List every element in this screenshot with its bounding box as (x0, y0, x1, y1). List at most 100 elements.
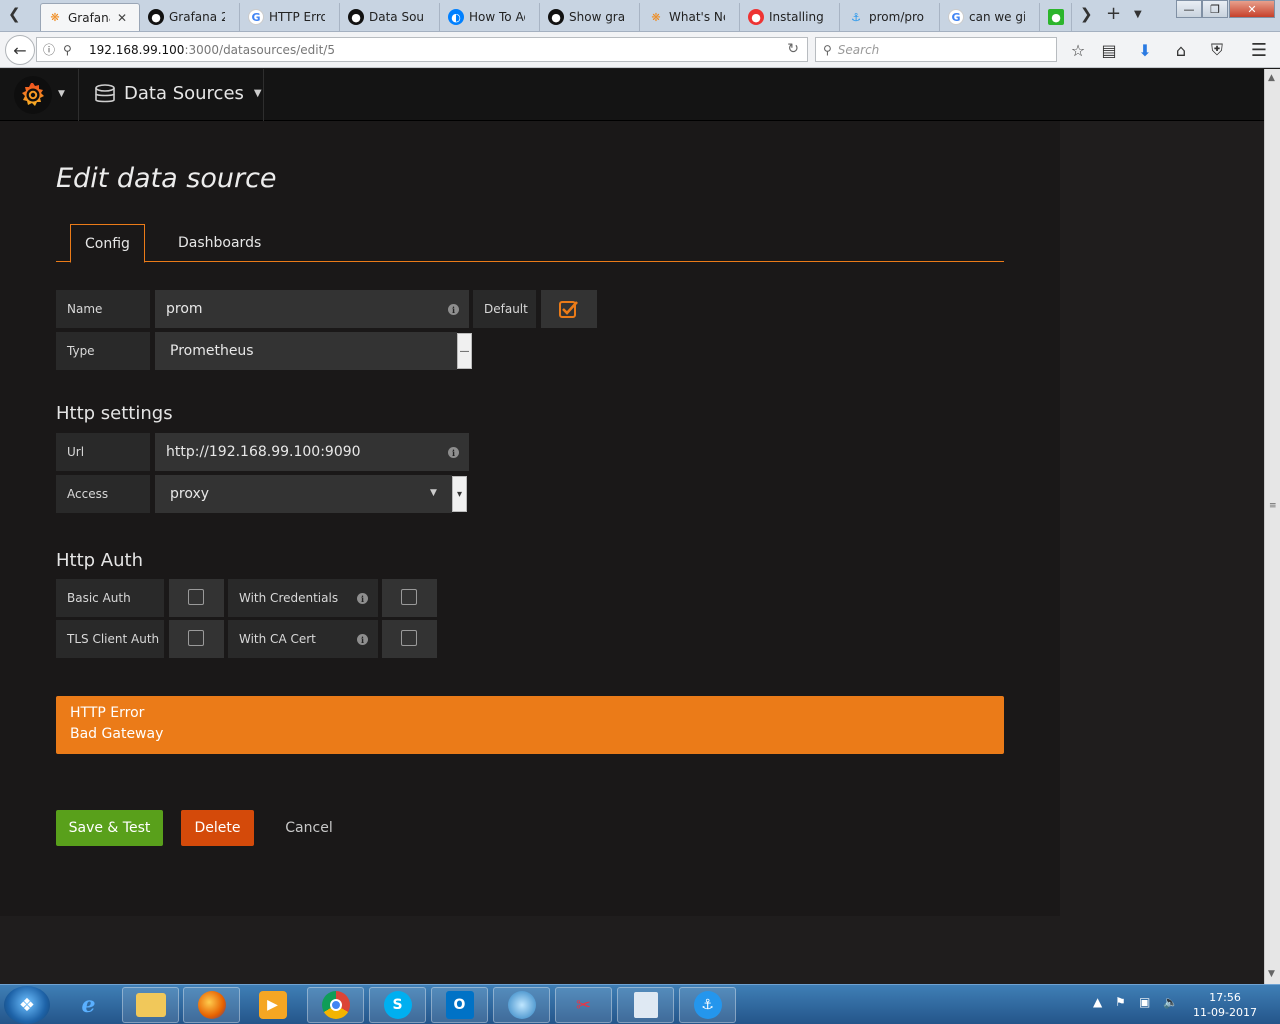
url-bar[interactable]: ⓘ ⚲ 192.168.99.100:3000/datasources/edit… (36, 37, 808, 62)
menu-icon[interactable]: ☰ (1249, 40, 1269, 61)
new-tab-icon[interactable]: + (1106, 3, 1121, 24)
taskbar-clock[interactable]: 17:56 11-09-2017 (1190, 990, 1260, 1020)
tab-label: Config (85, 235, 130, 252)
with-credentials-checkbox-wrap (382, 579, 437, 617)
tab-label: Data Source (369, 10, 425, 24)
section-title: Data Sources (124, 83, 244, 104)
with-credentials-checkbox[interactable] (401, 589, 417, 605)
volume-icon[interactable]: 🔈 (1163, 995, 1178, 1009)
browser-tab[interactable]: G HTTP Error (242, 3, 340, 31)
pocket-icon[interactable]: ⛨ (1207, 40, 1227, 60)
name-label: Name (56, 290, 150, 328)
tab-dashboards[interactable]: Dashboards (164, 224, 275, 262)
taskbar-skype[interactable]: S (369, 987, 426, 1023)
name-input[interactable]: prom (155, 290, 469, 328)
browser-tab[interactable]: ❋ What's New (642, 3, 740, 31)
page-scrollbar[interactable]: ▲ ≡ ▼ (1264, 69, 1280, 984)
taskbar-outlook[interactable]: O (431, 987, 488, 1023)
browser-tab[interactable]: ● Show graph (542, 3, 640, 31)
caret-down-icon: ▼ (430, 488, 437, 498)
tab-config[interactable]: Config (70, 224, 145, 263)
scroll-down-icon[interactable]: ▼ (1268, 969, 1275, 979)
tls-client-auth-checkbox[interactable] (188, 630, 204, 646)
google-icon: G (948, 9, 964, 25)
tab-label: Installing (769, 10, 824, 24)
url-host: 192.168.99.100 (89, 42, 185, 57)
caret-down-icon[interactable]: ▼ (58, 89, 65, 99)
home-icon[interactable]: ⌂ (1171, 40, 1191, 60)
section-dropdown[interactable]: Data Sources ▼ (94, 83, 262, 104)
cancel-button[interactable]: Cancel (272, 810, 346, 846)
browser-tab[interactable]: ● Data Source (342, 3, 440, 31)
maximize-window-button[interactable]: ❐ (1202, 0, 1228, 18)
github-icon: ● (348, 9, 364, 25)
info-icon[interactable]: i (357, 634, 368, 645)
reading-list-icon[interactable]: ▤ (1099, 40, 1119, 60)
tab-label: What's New (669, 10, 725, 24)
skype-icon: S (383, 991, 412, 1019)
start-button[interactable]: ❖ (4, 986, 50, 1024)
taskbar-docker[interactable]: ⚓ (679, 987, 736, 1023)
reload-icon[interactable]: ↻ (787, 41, 799, 57)
back-button[interactable]: ← (5, 35, 35, 65)
browser-tab[interactable]: ● Installing (742, 3, 840, 31)
default-label: Default (473, 290, 536, 328)
save-test-button[interactable]: Save & Test (56, 810, 163, 846)
grafana-logo[interactable] (14, 76, 52, 114)
browser-tab[interactable]: ◐ How To Ad (442, 3, 540, 31)
tab-list-icon[interactable]: ▼ (1134, 9, 1142, 20)
access-select-arrow[interactable]: ▾ (452, 476, 467, 512)
taskbar-ie[interactable]: e (60, 987, 117, 1023)
tab-label: HTTP Error (269, 10, 325, 24)
browser-tab[interactable]: ● Grafana 2.0 (142, 3, 240, 31)
taskbar-snipping[interactable]: ✂ (555, 987, 612, 1023)
taskbar-notepad[interactable] (617, 987, 674, 1023)
type-select-arrow[interactable]: — (457, 333, 472, 369)
network-icon[interactable]: ▣ (1139, 995, 1150, 1009)
browser-tab-pinned[interactable]: ● (1042, 3, 1072, 31)
browser-tab[interactable]: G can we give (942, 3, 1040, 31)
name-value: prom (166, 301, 203, 317)
docker-icon: ⚓ (693, 991, 722, 1019)
info-icon[interactable]: i (357, 593, 368, 604)
minimize-window-button[interactable]: — (1176, 0, 1202, 18)
clock-time: 17:56 (1209, 991, 1241, 1004)
default-checkbox[interactable] (559, 299, 578, 318)
grafana-icon (22, 83, 44, 106)
tab-scroll-right-icon[interactable]: ❯ (1080, 5, 1093, 23)
type-label: Type (56, 332, 150, 370)
tab-scroll-left-icon[interactable]: ❮ (8, 5, 21, 23)
download-icon[interactable]: ⬇ (1135, 40, 1155, 60)
action-center-icon[interactable]: ⚑ (1115, 995, 1126, 1009)
taskbar-chrome[interactable] (307, 987, 364, 1023)
taskbar-firefox[interactable] (183, 987, 240, 1023)
basic-auth-checkbox[interactable] (188, 589, 204, 605)
browser-tab[interactable]: ⚓ prom/prom (842, 3, 940, 31)
tray-expand-icon[interactable]: ▲ (1093, 995, 1102, 1009)
browser-tab-grafana[interactable]: ❋ Grafana ✕ (40, 3, 140, 31)
with-ca-cert-checkbox[interactable] (401, 630, 417, 646)
info-icon[interactable]: i (448, 304, 459, 315)
access-select[interactable]: proxy (155, 475, 452, 513)
checkbox-checked-icon (559, 301, 578, 318)
scroll-up-icon[interactable]: ▲ (1268, 73, 1275, 83)
taskbar-network[interactable] (493, 987, 550, 1023)
taskbar-media[interactable]: ▶ (244, 987, 301, 1023)
search-bar[interactable]: ⚲ Search (815, 37, 1057, 62)
close-window-button[interactable]: ✕ (1229, 0, 1275, 18)
close-tab-icon[interactable]: ✕ (117, 11, 127, 25)
type-select[interactable]: Prometheus (155, 332, 457, 370)
url-value: http://192.168.99.100:9090 (166, 444, 361, 460)
delete-button[interactable]: Delete (181, 810, 254, 846)
taskbar-explorer[interactable] (122, 987, 179, 1023)
docker-icon: ⚓ (851, 10, 861, 24)
tab-label: can we give (969, 10, 1025, 24)
bookmark-star-icon[interactable]: ☆ (1068, 40, 1088, 60)
grafana-icon: ❋ (651, 10, 661, 24)
grafana-icon: ❋ (50, 11, 60, 24)
tab-strip: Config Dashboards (56, 224, 1004, 263)
url-input[interactable]: http://192.168.99.100:9090 (155, 433, 469, 471)
grafana-app: ▼ Data Sources ▼ Edit data source Config… (0, 69, 1264, 984)
info-icon[interactable]: i (448, 447, 459, 458)
key-icon: ⚲ (63, 42, 72, 57)
